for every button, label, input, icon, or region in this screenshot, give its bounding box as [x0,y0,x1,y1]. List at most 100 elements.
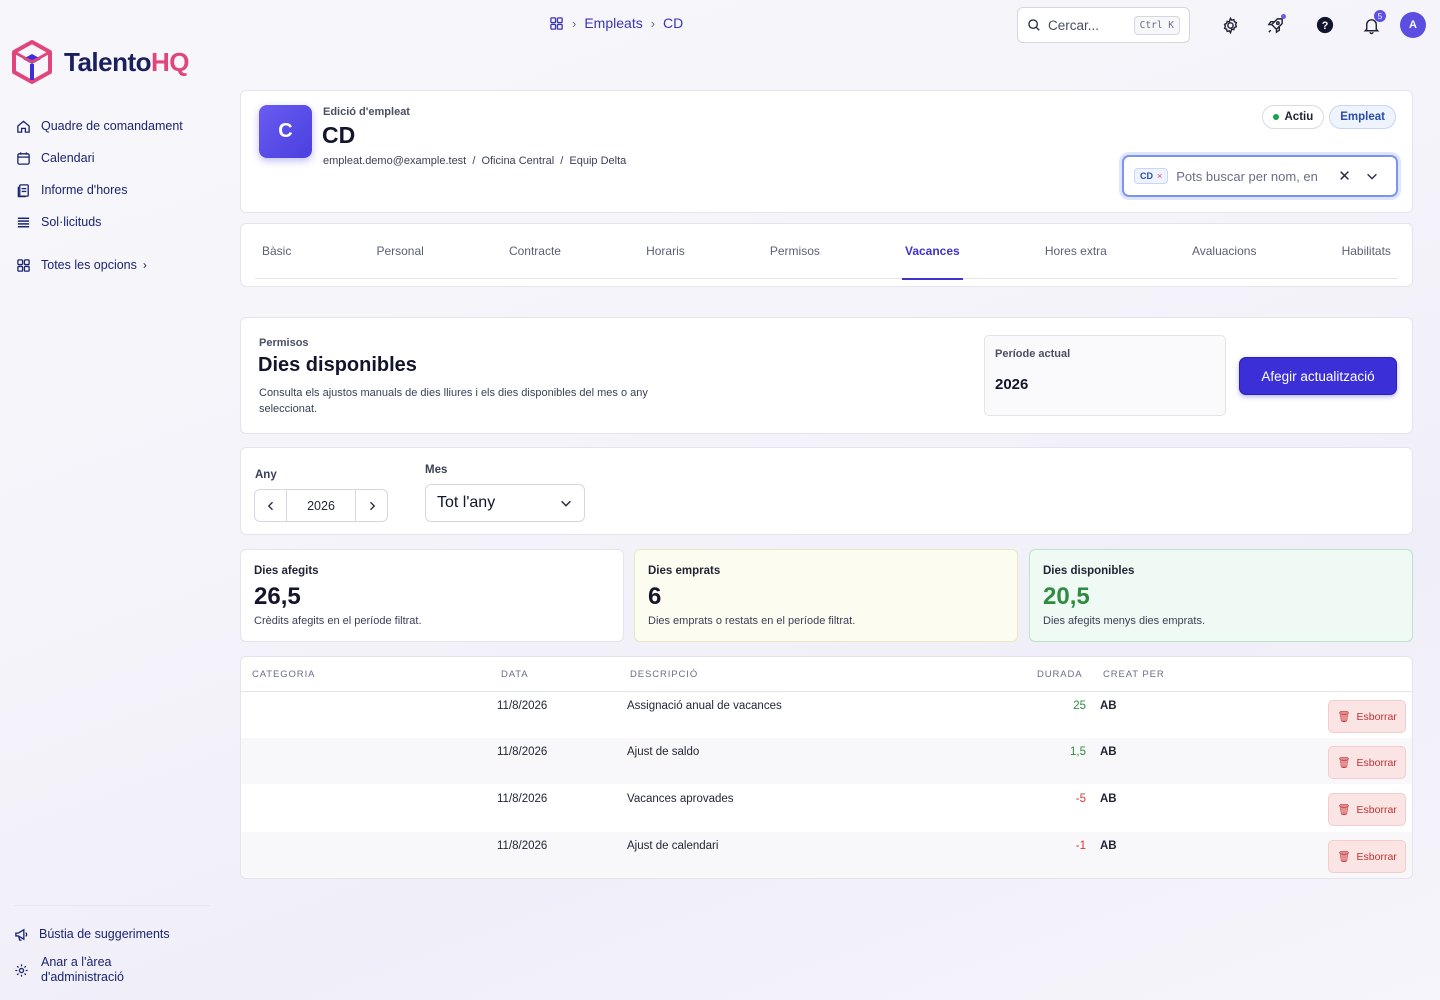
cell-date: 11/8/2026 [497,700,548,712]
chevron-down-icon[interactable] [1365,169,1379,183]
tab-skills[interactable]: Habilitats [1339,224,1394,279]
cell-created-by: AB [1100,840,1117,852]
chip-remove-icon[interactable]: × [1157,171,1162,181]
tabs: Bàsic Personal Contracte Horaris Permiso… [255,224,1398,280]
delete-button[interactable]: 🗑 Esborrar [1328,840,1406,873]
sidebar-item-label: Quadre de comandament [41,119,183,133]
table-row: 11/8/2026 Vacances aprovades -5 AB 🗑 Esbo… [241,785,1412,831]
tabs-card: Bàsic Personal Contracte Horaris Permiso… [240,223,1413,287]
delete-button[interactable]: 🗑 Esborrar [1328,746,1406,779]
table-row: 11/8/2026 Ajust de calendari -1 AB 🗑 Esbo… [241,832,1412,878]
col-created-by: CREAT PER [1103,669,1165,680]
cell-date: 11/8/2026 [497,840,548,852]
chip-label: CD [1140,171,1153,181]
employee-name: CD [322,122,356,148]
add-update-button[interactable]: Afegir actualització [1239,357,1397,395]
tab-vacations[interactable]: Vacances [901,224,963,280]
employee-meta: empleat.demo@example.test / Oficina Cent… [323,155,626,167]
breadcrumb-employees[interactable]: Empleats [584,15,642,31]
col-description: DESCRIPCIÓ [630,669,699,680]
notifications-count: 5 [1374,10,1386,22]
admin-label-line2: d'administració [41,970,124,984]
sidebar-item-hours-report[interactable]: Informe d'hores [16,174,206,206]
stat-value: 6 [648,583,662,610]
tab-personal[interactable]: Personal [373,224,426,279]
delete-label: Esborrar [1356,850,1397,863]
current-period-value: 2026 [995,376,1029,393]
stat-description: Dies emprats o restats en el període fil… [648,615,856,627]
employee-avatar: C [259,105,312,158]
adjustments-table: CATEGORIA DATA DESCRIPCIÓ DURADA CREAT P… [240,656,1413,879]
list-icon [17,217,30,227]
breadcrumb-current[interactable]: CD [663,15,683,31]
delete-label: Esborrar [1356,756,1397,769]
tab-schedules[interactable]: Horaris [643,224,688,279]
cell-created-by: AB [1100,746,1117,758]
role-badge: Empleat [1329,105,1396,129]
sidebar-item-dashboard[interactable]: Quadre de comandament [16,110,206,142]
breadcrumb: › Empleats › CD [549,15,683,31]
clear-icon[interactable]: ✕ [1338,167,1351,185]
cell-created-by: AB [1100,793,1117,805]
report-icon [17,183,29,197]
whats-new-button[interactable] [1263,13,1287,37]
tab-permissions[interactable]: Permisos [767,224,823,279]
delete-button[interactable]: 🗑 Esborrar [1328,793,1406,826]
brand-logo[interactable]: TalentoHQ [12,40,190,84]
sidebar-item-label: Calendari [41,151,95,165]
svg-text:?: ? [1322,20,1329,32]
tab-basic[interactable]: Bàsic [259,224,294,279]
help-icon: ? [1316,16,1334,34]
search-input[interactable]: Cercar... Ctrl K [1017,7,1190,43]
search-shortcut: Ctrl K [1133,15,1180,35]
admin-label-line1: Anar a l'àrea [41,955,112,969]
home-icon [17,119,30,133]
year-value[interactable]: 2026 [286,490,356,521]
employee-select[interactable]: CD × Pots buscar per nom, en ✕ [1122,155,1398,197]
stat-value: 26,5 [254,583,301,610]
notifications-button[interactable]: 5 [1359,10,1386,37]
suggestions-link[interactable]: Bústia de suggeriments [14,918,210,950]
chevron-right-icon: › [650,15,656,31]
cell-description: Vacances aprovades [627,793,734,805]
cell-description: Assignació anual de vacances [627,700,782,712]
grid-icon[interactable] [549,16,564,31]
sidebar-item-label: Informe d'hores [41,183,128,197]
user-avatar[interactable]: A [1400,12,1426,38]
col-category: CATEGORIA [252,669,316,680]
sidebar-item-calendar[interactable]: Calendari [16,142,206,174]
sidebar-nav: Quadre de comandament Calendari Informe … [16,110,206,281]
logo-icon [12,40,52,84]
employee-email: empleat.demo@example.test [323,155,467,167]
tab-evaluations[interactable]: Avaluacions [1189,224,1260,279]
employee-select-placeholder: Pots buscar per nom, en [1176,168,1318,184]
table-row: 11/8/2026 Ajust de saldo 1,5 AB 🗑 Esborra… [241,738,1412,784]
tab-overtime[interactable]: Hores extra [1042,224,1110,279]
stat-label: Dies disponibles [1043,565,1135,577]
grid-icon [17,258,30,272]
employee-office: Oficina Central [481,155,555,167]
sidebar-item-requests[interactable]: Sol·licituds [16,206,206,238]
available-days-card: Permisos Dies disponibles Consulta els a… [240,317,1413,434]
stat-days-added: Dies afegits 26,5 Crèdits afegits en el … [240,549,624,642]
month-select[interactable]: Tot l'any [425,484,585,522]
next-year-button[interactable] [356,490,387,521]
help-button[interactable]: ? [1313,13,1337,37]
stat-label: Dies afegits [254,565,319,577]
admin-area-link[interactable]: Anar a l'àrea d'administració [14,950,210,990]
admin-area-label: Anar a l'àrea d'administració [41,955,124,985]
employee-subtitle: Edició d'empleat [323,106,410,118]
stat-value: 20,5 [1043,583,1090,610]
tab-contract[interactable]: Contracte [506,224,564,279]
col-duration: DURADA [1037,669,1083,680]
delete-button[interactable]: 🗑 Esborrar [1328,700,1406,733]
settings-button[interactable] [1218,13,1242,37]
selected-employee-chip[interactable]: CD × [1134,168,1169,184]
status-pills: Actiu Empleat [1261,105,1396,129]
current-period-label: Període actual [995,348,1071,360]
prev-year-button[interactable] [255,490,286,521]
stat-days-used: Dies emprats 6 Dies emprats o restats en… [634,549,1018,642]
table-row: 11/8/2026 Assignació anual de vacances 2… [241,692,1412,738]
cell-duration: 25 [1073,700,1086,712]
sidebar-item-all-options[interactable]: Totes les opcions › [16,249,206,281]
